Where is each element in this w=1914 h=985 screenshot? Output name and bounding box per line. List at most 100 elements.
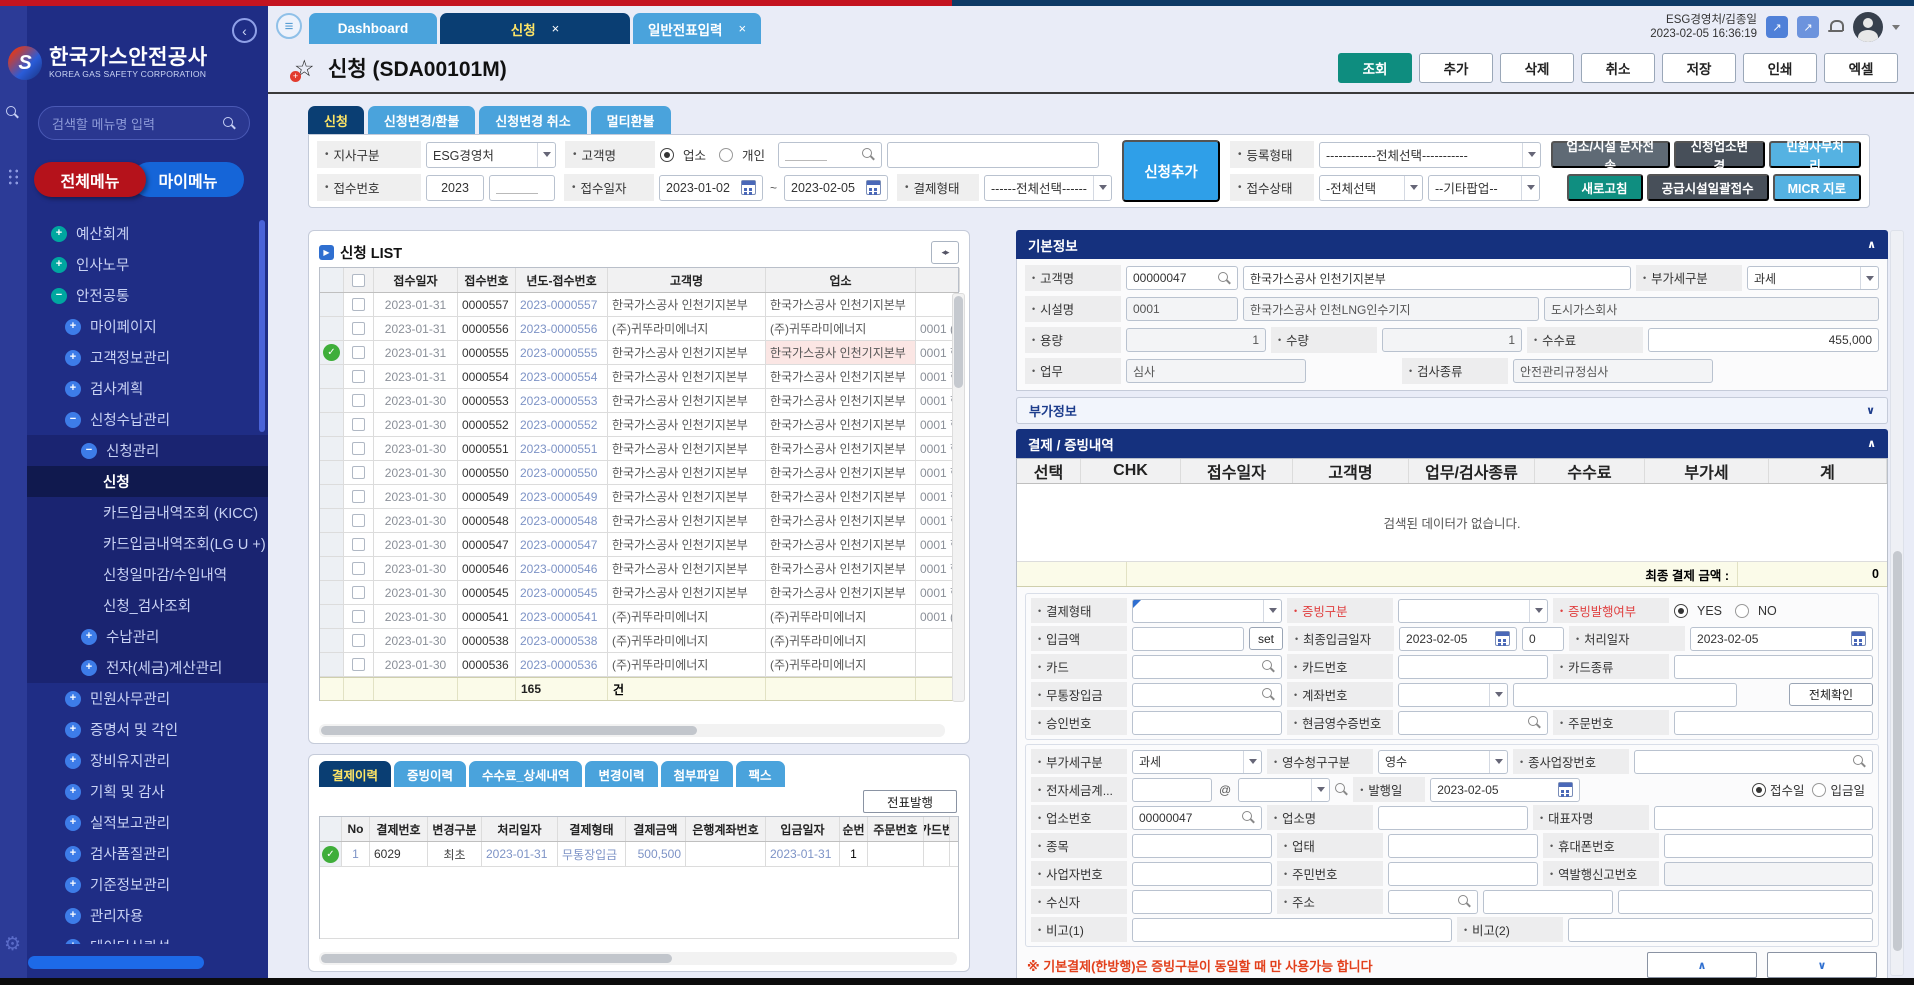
- fee-input[interactable]: 455,000: [1648, 328, 1879, 352]
- rail-search-icon[interactable]: [6, 106, 19, 124]
- column-header[interactable]: 변경구분: [428, 817, 482, 841]
- table-row[interactable]: 2023-01-3000005472023-0000547한국가스공사 인천기지…: [320, 533, 958, 557]
- column-header[interactable]: 접수번호: [458, 268, 516, 292]
- tree-toggle-icon[interactable]: [65, 877, 81, 893]
- search-icon[interactable]: [223, 117, 236, 130]
- tree-toggle-icon[interactable]: [65, 722, 81, 738]
- table-row[interactable]: 2023-01-3000005482023-0000548한국가스공사 인천기지…: [320, 509, 958, 533]
- search-icon[interactable]: [1458, 895, 1471, 908]
- issue-base-receipt-radio[interactable]: [1752, 783, 1766, 797]
- basic-info-header[interactable]: 기본정보: [1016, 230, 1888, 259]
- menu-tree-item[interactable]: 전자(세금)계산관리: [27, 652, 268, 683]
- facility-company-input[interactable]: 도시가스회사: [1544, 297, 1879, 321]
- issue-date-input[interactable]: 2023-02-05: [1430, 778, 1580, 802]
- table-row[interactable]: 2023-01-3100005552023-0000555한국가스공사 인천기지…: [320, 341, 958, 365]
- menu-tree-item[interactable]: 실적보고관리: [27, 807, 268, 838]
- set-button[interactable]: set: [1249, 627, 1283, 650]
- reverse-issue-input[interactable]: [1664, 862, 1873, 886]
- menu-tree-item[interactable]: 신청: [27, 466, 268, 497]
- status-select-1[interactable]: -전체선택: [1319, 175, 1423, 201]
- table-row[interactable]: 2023-01-3000005492023-0000549한국가스공사 인천기지…: [320, 485, 958, 509]
- tree-toggle-icon[interactable]: [65, 908, 81, 924]
- history-tab[interactable]: 증빙이력: [394, 761, 466, 787]
- window-tab[interactable]: 일반전표입력: [633, 13, 761, 44]
- menu-tree-item[interactable]: 카드입금내역조회(LG U +): [27, 528, 268, 559]
- customer-name-input[interactable]: 한국가스공사 인천기지본부: [1243, 266, 1631, 290]
- bankbook-input[interactable]: [1132, 683, 1282, 707]
- column-header[interactable]: 고객명: [1293, 459, 1409, 483]
- history-horizontal-scrollbar[interactable]: [319, 952, 957, 965]
- proof-issue-no-radio[interactable]: [1735, 604, 1749, 618]
- check-all-button[interactable]: 전체확인: [1789, 683, 1873, 706]
- search-icon[interactable]: [1528, 716, 1541, 729]
- approval-no-input[interactable]: [1132, 711, 1282, 735]
- splitter-toggle-button[interactable]: [931, 241, 959, 264]
- resident-no-input[interactable]: [1388, 862, 1538, 886]
- column-header[interactable]: No: [342, 817, 370, 841]
- row-checkbox[interactable]: [352, 466, 365, 479]
- tree-toggle-icon[interactable]: [65, 691, 81, 707]
- extra-info-header[interactable]: 부가정보: [1016, 397, 1888, 424]
- avatar[interactable]: [1853, 12, 1883, 42]
- column-header[interactable]: 카드번: [924, 817, 950, 841]
- menu-tree-item[interactable]: 신청관리: [27, 435, 268, 466]
- facility-code-input[interactable]: 0001: [1126, 297, 1238, 321]
- proof-type-select[interactable]: [1398, 599, 1548, 623]
- facility-name-input[interactable]: 한국가스공사 인천LNG인수기지: [1243, 297, 1539, 321]
- menu-tree-item[interactable]: 장비유지관리: [27, 745, 268, 776]
- search-icon[interactable]: [1218, 272, 1231, 285]
- capacity-input[interactable]: 1: [1126, 328, 1266, 352]
- expand-chevron-icon[interactable]: [1866, 404, 1875, 417]
- calendar-icon[interactable]: [1495, 631, 1510, 646]
- search-icon[interactable]: [862, 148, 875, 161]
- menu-tree-item[interactable]: 신청일마감/수입내역: [27, 559, 268, 590]
- history-tab[interactable]: 결제이력: [319, 761, 391, 787]
- address-input-1[interactable]: [1483, 890, 1613, 914]
- table-row[interactable]: 2023-01-3000005532023-0000553한국가스공사 인천기지…: [320, 389, 958, 413]
- column-header[interactable]: 결제형태: [558, 817, 626, 841]
- tree-toggle-icon[interactable]: [51, 226, 67, 242]
- proof-issue-yes-radio[interactable]: [1674, 604, 1688, 618]
- action-button[interactable]: 추가: [1419, 53, 1493, 83]
- filter-button[interactable]: 민원사무처리: [1769, 141, 1861, 168]
- row-checkbox[interactable]: [352, 538, 365, 551]
- ceo-name-input[interactable]: [1654, 806, 1873, 830]
- table-row[interactable]: 2023-01-3000005452023-0000545한국가스공사 인천기지…: [320, 581, 958, 605]
- tree-toggle-icon[interactable]: [65, 784, 81, 800]
- column-header[interactable]: 결제금액: [626, 817, 686, 841]
- column-header[interactable]: 입금일자: [766, 817, 840, 841]
- status-select-2[interactable]: --기타팝업--: [1428, 175, 1540, 201]
- customer-type-shop-radio[interactable]: [660, 148, 674, 162]
- row-checkbox[interactable]: [352, 634, 365, 647]
- sub-tab[interactable]: 신청변경/환불: [368, 106, 475, 134]
- tree-toggle-icon[interactable]: [81, 443, 97, 459]
- menu-tree-item[interactable]: 고객정보관리: [27, 342, 268, 373]
- table-row[interactable]: 2023-01-3100005562023-0000556(주)귀뚜라미에너지(…: [320, 317, 958, 341]
- detail-vertical-scrollbar[interactable]: [1890, 230, 1904, 976]
- row-checkbox[interactable]: [352, 418, 365, 431]
- row-checkbox[interactable]: [352, 610, 365, 623]
- inspection-input[interactable]: 안전관리규정심사: [1513, 359, 1713, 383]
- action-button[interactable]: 저장: [1662, 53, 1736, 83]
- row-checkbox[interactable]: [352, 394, 365, 407]
- customer-name-input[interactable]: [887, 142, 1099, 168]
- vat-select[interactable]: 과세: [1747, 266, 1879, 290]
- payment-proof-header[interactable]: 결제 / 증빙내역: [1016, 429, 1888, 458]
- tree-toggle-icon[interactable]: [65, 319, 81, 335]
- column-header[interactable]: 결제번호: [370, 817, 428, 841]
- biz-type-input[interactable]: [1388, 834, 1538, 858]
- scroll-down-button[interactable]: ∨: [1767, 952, 1877, 978]
- filter-button[interactable]: 새로고침: [1567, 174, 1643, 201]
- note1-input[interactable]: [1132, 918, 1452, 942]
- payment-type-select[interactable]: [1132, 599, 1282, 623]
- filter-button[interactable]: 신청업소변경: [1674, 141, 1766, 168]
- last-deposit-extra-input[interactable]: 0: [1522, 627, 1564, 651]
- customer-type-person-radio[interactable]: [719, 148, 733, 162]
- add-application-button[interactable]: 신청추가: [1122, 140, 1220, 202]
- hamburger-menu-icon[interactable]: [276, 13, 302, 39]
- item-input[interactable]: [1132, 834, 1272, 858]
- account-bank-select[interactable]: [1398, 683, 1508, 707]
- column-header[interactable]: 계: [1769, 459, 1887, 483]
- calendar-icon[interactable]: [741, 180, 756, 195]
- filter-button[interactable]: MICR 지로: [1773, 174, 1861, 201]
